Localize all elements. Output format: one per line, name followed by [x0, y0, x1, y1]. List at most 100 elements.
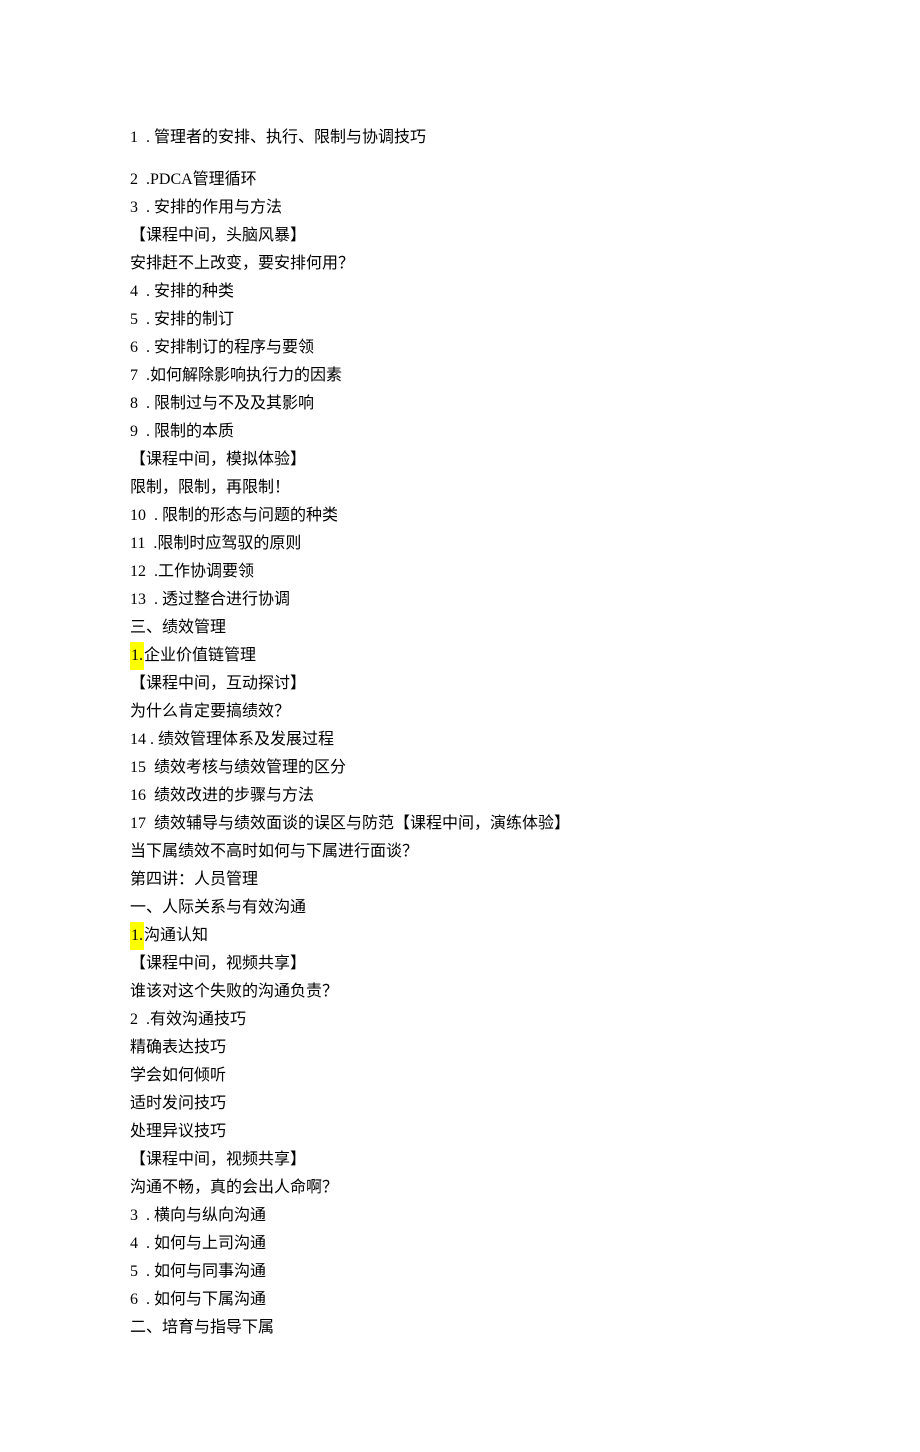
- list-text: 绩效考核与绩效管理的区分: [154, 754, 346, 782]
- text-line: 【课程中间，视频共享】: [130, 950, 790, 978]
- body-text: 限制，限制，再限制！: [130, 479, 290, 496]
- list-number: 2: [130, 1006, 138, 1034]
- list-text: 限制时应驾驭的原则: [157, 530, 301, 558]
- list-separator: .: [138, 362, 150, 390]
- body-text: 【课程中间，头脑风暴】: [130, 227, 306, 244]
- list-item: 3 . 安排的作用与方法: [130, 194, 790, 222]
- text-line: 5 . 如何与同事沟通: [130, 1258, 790, 1286]
- list-item: 6 . 如何与下属沟通: [130, 1286, 790, 1314]
- list-number: 17: [130, 810, 146, 838]
- list-number: 3: [130, 194, 138, 222]
- text-line: 6 . 如何与下属沟通: [130, 1286, 790, 1314]
- list-item: 9 . 限制的本质: [130, 418, 790, 446]
- text-line: 安排赶不上改变，要安排何用？: [130, 250, 790, 278]
- list-number: 4: [130, 1230, 138, 1258]
- list-separator: .: [138, 194, 154, 222]
- text-line: 当下属绩效不高时如何与下属进行面谈？: [130, 838, 790, 866]
- text-line: 3 . 安排的作用与方法: [130, 194, 790, 222]
- list-item: 1.沟通认知: [130, 922, 790, 950]
- list-separator: .: [138, 390, 154, 418]
- list-text: 安排的作用与方法: [154, 194, 282, 222]
- list-number: 12: [130, 558, 146, 586]
- list-number: 7: [130, 362, 138, 390]
- list-text: 绩效管理体系及发展过程: [158, 726, 334, 754]
- list-separator: [146, 754, 154, 782]
- list-text: 横向与纵向沟通: [154, 1202, 266, 1230]
- list-number: 1: [130, 124, 138, 152]
- list-item: 14 . 绩效管理体系及发展过程: [130, 726, 790, 754]
- list-text: 沟通认知: [144, 922, 208, 950]
- list-number: 16: [130, 782, 146, 810]
- list-number: 8: [130, 390, 138, 418]
- list-item: 1 . 管理者的安排、执行、限制与协调技巧: [130, 124, 790, 152]
- list-separator: [146, 810, 154, 838]
- list-text: 如何与上司沟通: [154, 1230, 266, 1258]
- text-line: 三、绩效管理: [130, 614, 790, 642]
- body-text: 学会如何倾听: [130, 1067, 226, 1084]
- body-text: 沟通不畅，真的会出人命啊？: [130, 1179, 338, 1196]
- body-text: 当下属绩效不高时如何与下属进行面谈？: [130, 843, 418, 860]
- text-line: 11 .限制时应驾驭的原则: [130, 530, 790, 558]
- list-separator: .: [138, 334, 154, 362]
- text-line: 17 绩效辅导与绩效面谈的误区与防范【课程中间，演练体验】: [130, 810, 790, 838]
- text-line: 1.沟通认知: [130, 922, 790, 950]
- list-number: 2: [130, 166, 138, 194]
- list-text: 透过整合进行协调: [162, 586, 290, 614]
- list-number: 4: [130, 278, 138, 306]
- text-line: 5 . 安排的制订: [130, 306, 790, 334]
- list-number: 6: [130, 1286, 138, 1314]
- list-text: 限制过与不及及其影响: [154, 390, 314, 418]
- text-line: 处理异议技巧: [130, 1118, 790, 1146]
- list-separator: .: [146, 502, 162, 530]
- list-item: 11 .限制时应驾驭的原则: [130, 530, 790, 558]
- text-line: 3 . 横向与纵向沟通: [130, 1202, 790, 1230]
- list-number: 6: [130, 334, 138, 362]
- text-line: 限制，限制，再限制！: [130, 474, 790, 502]
- list-separator: .: [145, 530, 157, 558]
- text-line: 谁该对这个失败的沟通负责？: [130, 978, 790, 1006]
- text-line: 4 . 如何与上司沟通: [130, 1230, 790, 1258]
- list-text: 管理者的安排、执行、限制与协调技巧: [154, 124, 426, 152]
- list-number: 3: [130, 1202, 138, 1230]
- text-line: 【课程中间，头脑风暴】: [130, 222, 790, 250]
- text-line: 15 绩效考核与绩效管理的区分: [130, 754, 790, 782]
- text-line: 学会如何倾听: [130, 1062, 790, 1090]
- list-item: 10 . 限制的形态与问题的种类: [130, 502, 790, 530]
- document-page: 1 . 管理者的安排、执行、限制与协调技巧2 .PDCA管理循环3 . 安排的作…: [0, 0, 920, 1452]
- text-line: 4 . 安排的种类: [130, 278, 790, 306]
- highlight-mark: 1.: [130, 922, 144, 950]
- list-text: 绩效辅导与绩效面谈的误区与防范【课程中间，演练体验】: [154, 810, 570, 838]
- text-line: 1.企业价值链管理: [130, 642, 790, 670]
- list-item: 7 .如何解除影响执行力的因素: [130, 362, 790, 390]
- list-text: 限制的形态与问题的种类: [162, 502, 338, 530]
- list-separator: .: [138, 418, 154, 446]
- blank-line: [130, 152, 790, 166]
- list-item: 4 . 如何与上司沟通: [130, 1230, 790, 1258]
- list-number: 13: [130, 586, 146, 614]
- list-item: 4 . 安排的种类: [130, 278, 790, 306]
- text-line: 9 . 限制的本质: [130, 418, 790, 446]
- text-line: 第四讲：人员管理: [130, 866, 790, 894]
- list-separator: .: [138, 1006, 150, 1034]
- list-item: 13 . 透过整合进行协调: [130, 586, 790, 614]
- list-text: 如何解除影响执行力的因素: [150, 362, 342, 390]
- list-separator: .: [146, 726, 158, 754]
- list-separator: .: [138, 306, 154, 334]
- body-text: 一、人际关系与有效沟通: [130, 899, 306, 916]
- text-line: 沟通不畅，真的会出人命啊？: [130, 1174, 790, 1202]
- list-number: 15: [130, 754, 146, 782]
- body-text: 【课程中间，视频共享】: [130, 1151, 306, 1168]
- text-line: 13 . 透过整合进行协调: [130, 586, 790, 614]
- body-text: 处理异议技巧: [130, 1123, 226, 1140]
- list-text: PDCA管理循环: [150, 166, 257, 194]
- list-number: 5: [130, 1258, 138, 1286]
- list-separator: .: [138, 124, 154, 152]
- list-number: 9: [130, 418, 138, 446]
- body-text: 适时发问技巧: [130, 1095, 226, 1112]
- text-line: 为什么肯定要搞绩效？: [130, 698, 790, 726]
- list-text: 如何与同事沟通: [154, 1258, 266, 1286]
- list-item: 5 . 安排的制订: [130, 306, 790, 334]
- text-line: 16 绩效改进的步骤与方法: [130, 782, 790, 810]
- text-line: 精确表达技巧: [130, 1034, 790, 1062]
- list-number: 11: [130, 530, 145, 558]
